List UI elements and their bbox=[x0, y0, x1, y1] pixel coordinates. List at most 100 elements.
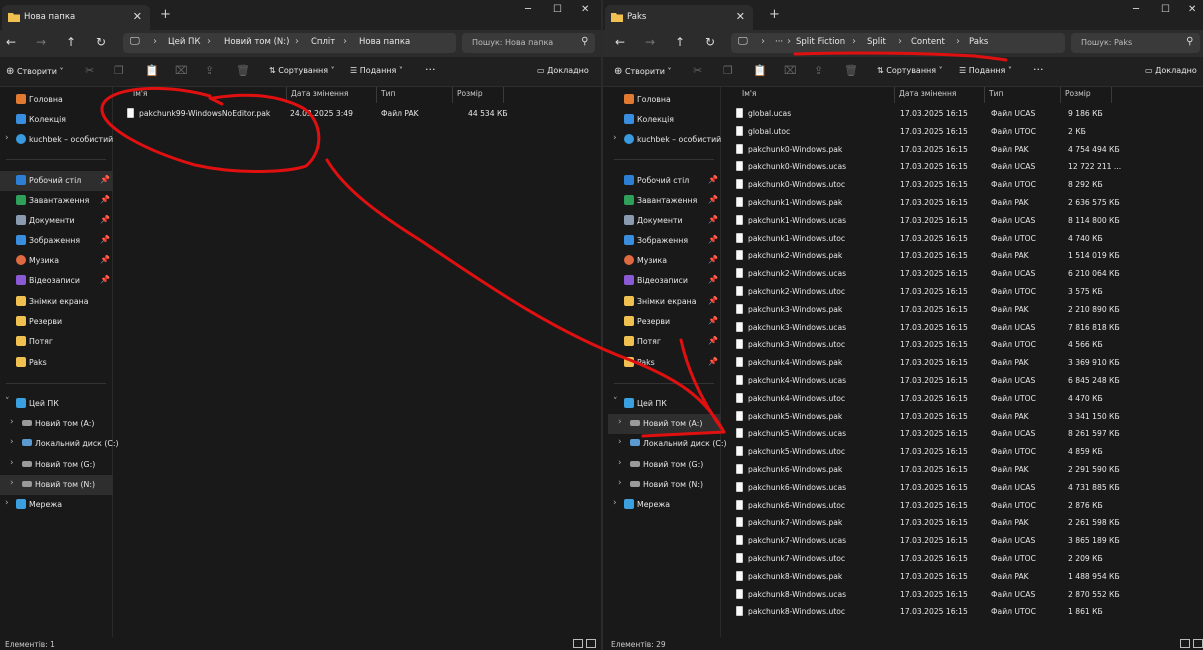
table-row[interactable]: pakchunk1-Windows.utoc 17.03.2025 16:15 Фа… bbox=[730, 230, 1199, 248]
pin-icon[interactable]: 📌 bbox=[708, 215, 718, 224]
table-row[interactable]: pakchunk4-Windows.ucas 17.03.2025 16:15 Фа… bbox=[730, 372, 1199, 390]
sidebar-item-drive-a[interactable]: › Новий том (A:) bbox=[0, 414, 113, 434]
column-header-type[interactable]: Тип bbox=[381, 89, 395, 98]
table-row[interactable]: pakchunk5-Windows.utoc 17.03.2025 16:15 Фа… bbox=[730, 443, 1199, 461]
pin-icon[interactable]: 📌 bbox=[708, 255, 718, 264]
refresh-icon[interactable]: ↻ bbox=[705, 35, 715, 49]
up-icon[interactable]: ↑ bbox=[66, 35, 76, 49]
share-icon[interactable]: ⇪ bbox=[205, 64, 214, 77]
sidebar-item-home[interactable]: Головна bbox=[0, 90, 113, 110]
table-row[interactable]: pakchunk3-Windows.utoc 17.03.2025 16:15 Фа… bbox=[730, 336, 1199, 354]
sidebar-item-desktop[interactable]: Робочий стіл 📌 bbox=[0, 171, 113, 191]
close-window-icon[interactable]: ✕ bbox=[581, 4, 589, 15]
sidebar-item-drive-g[interactable]: › Новий том (G:) bbox=[0, 455, 113, 475]
search-input[interactable]: Пошук: Paks ⚲ bbox=[1071, 33, 1200, 53]
address-bar[interactable]: 🖵 › ··· › Split Fiction › Split › Conten… bbox=[731, 33, 1065, 53]
pin-icon[interactable]: 📌 bbox=[100, 175, 110, 184]
breadcrumb-this-pc[interactable]: Цей ПК bbox=[168, 37, 200, 47]
breadcrumb-content[interactable]: Content bbox=[911, 37, 945, 47]
table-row[interactable]: pakchunk8-Windows.pak 17.03.2025 16:15 Фай… bbox=[730, 568, 1199, 586]
address-bar[interactable]: 🖵 › Цей ПК › Новий том (N:) › Спліт › Но… bbox=[123, 33, 456, 53]
forward-icon[interactable]: → bbox=[645, 35, 655, 49]
sidebar-item-documents[interactable]: Документи 📌 bbox=[608, 211, 721, 231]
column-divider[interactable] bbox=[452, 87, 453, 103]
table-row[interactable]: pakchunk5-Windows.ucas 17.03.2025 16:15 Фа… bbox=[730, 425, 1199, 443]
table-row[interactable]: pakchunk2-Windows.pak 17.03.2025 16:15 Фай… bbox=[730, 247, 1199, 265]
rename-icon[interactable]: ⌧ bbox=[175, 64, 188, 77]
pin-icon[interactable]: 📌 bbox=[708, 275, 718, 284]
column-divider[interactable] bbox=[376, 87, 377, 103]
tiles-view-icon[interactable] bbox=[1193, 639, 1203, 648]
sidebar-item-pictures[interactable]: Зображення 📌 bbox=[0, 231, 113, 251]
sidebar-item-desktop[interactable]: Робочий стіл 📌 bbox=[608, 171, 721, 191]
pin-icon[interactable]: 📌 bbox=[100, 235, 110, 244]
table-row[interactable]: pakchunk4-Windows.pak 17.03.2025 16:15 Фай… bbox=[730, 354, 1199, 372]
sidebar-item-downloads[interactable]: Завантаження 📌 bbox=[0, 191, 113, 211]
new-tab-icon[interactable]: + bbox=[769, 7, 780, 22]
sidebar-item-network[interactable]: › Мережа bbox=[0, 495, 113, 515]
table-row[interactable]: pakchunk8-Windows.utoc 17.03.2025 16:15 Фа… bbox=[730, 603, 1199, 621]
table-row[interactable]: pakchunk0-Windows.pak 17.03.2025 16:15 Фай… bbox=[730, 141, 1199, 159]
table-row[interactable]: pakchunk8-Windows.ucas 17.03.2025 16:15 Фа… bbox=[730, 586, 1199, 604]
column-divider[interactable] bbox=[286, 87, 287, 103]
view-button[interactable]: ☰ Подання ˅ bbox=[959, 66, 1012, 75]
sort-button[interactable]: ⇅ Сортування ˅ bbox=[877, 66, 943, 75]
paste-icon[interactable]: 📋 bbox=[145, 64, 159, 77]
sidebar-item-documents[interactable]: Документи 📌 bbox=[0, 211, 113, 231]
column-divider[interactable] bbox=[1060, 87, 1061, 103]
share-icon[interactable]: ⇪ bbox=[814, 64, 823, 77]
sidebar-item-paks[interactable]: Paks 📌 bbox=[608, 353, 721, 373]
sidebar-item-onedrive[interactable]: › kuchbek – особистий bbox=[0, 130, 113, 150]
more-icon[interactable]: ··· bbox=[1033, 63, 1044, 76]
breadcrumb-paks[interactable]: Paks bbox=[969, 37, 988, 47]
sidebar-item-onedrive[interactable]: › kuchbek – особистий bbox=[608, 130, 721, 150]
table-row[interactable]: pakchunk3-Windows.pak 17.03.2025 16:15 Фай… bbox=[730, 301, 1199, 319]
pin-icon[interactable]: 📌 bbox=[100, 215, 110, 224]
pin-icon[interactable]: 📌 bbox=[708, 357, 718, 366]
sidebar-item-drive-g[interactable]: › Новий том (G:) bbox=[608, 455, 721, 475]
copy-icon[interactable]: ❐ bbox=[723, 64, 733, 77]
column-header-date[interactable]: Дата змінення bbox=[899, 89, 956, 98]
sidebar-item-backups[interactable]: Резерви bbox=[0, 312, 113, 332]
tiles-view-icon[interactable] bbox=[586, 639, 596, 648]
delete-icon[interactable]: 🗑 bbox=[844, 64, 858, 77]
up-icon[interactable]: ↑ bbox=[675, 35, 685, 49]
pin-icon[interactable]: 📌 bbox=[100, 195, 110, 204]
more-icon[interactable]: ··· bbox=[425, 63, 436, 76]
table-row[interactable]: pakchunk7-Windows.utoc 17.03.2025 16:15 Фа… bbox=[730, 550, 1199, 568]
sidebar-item-gallery[interactable]: Колекція bbox=[608, 110, 721, 130]
sidebar-item-music[interactable]: Музика 📌 bbox=[0, 251, 113, 271]
search-input[interactable]: Пошук: Нова папка ⚲ bbox=[462, 33, 595, 53]
table-row[interactable]: pakchunk1-Windows.ucas 17.03.2025 16:15 Фа… bbox=[730, 212, 1199, 230]
sidebar-item-paks[interactable]: Paks bbox=[0, 353, 113, 373]
maximize-icon[interactable]: ☐ bbox=[553, 4, 562, 15]
pin-icon[interactable]: 📌 bbox=[708, 296, 718, 305]
pin-icon[interactable]: 📌 bbox=[100, 275, 110, 284]
column-header-name[interactable]: Ім'я bbox=[133, 89, 147, 98]
paste-icon[interactable]: 📋 bbox=[753, 64, 767, 77]
table-row[interactable]: pakchunk7-Windows.pak 17.03.2025 16:15 Фай… bbox=[730, 514, 1199, 532]
create-button[interactable]: ⊕ Створити ˅ bbox=[6, 66, 63, 77]
table-row[interactable]: pakchunk0-Windows.ucas 17.03.2025 16:15 Фа… bbox=[730, 158, 1199, 176]
pin-icon[interactable]: 📌 bbox=[708, 175, 718, 184]
pin-icon[interactable]: 📌 bbox=[708, 235, 718, 244]
column-header-size[interactable]: Розмір bbox=[457, 89, 483, 98]
sidebar-item-network[interactable]: › Мережа bbox=[608, 495, 721, 515]
sidebar-item-this-pc[interactable]: ˅ Цей ПК bbox=[0, 394, 113, 414]
sidebar-item-music[interactable]: Музика 📌 bbox=[608, 251, 721, 271]
sidebar-item-drive-c[interactable]: › Локальний диск (C:) bbox=[0, 434, 119, 454]
sidebar-item-gallery[interactable]: Колекція bbox=[0, 110, 113, 130]
sidebar-item-screenshots[interactable]: Знімки екрана 📌 bbox=[608, 292, 721, 312]
sidebar-item-videos[interactable]: Відеозаписи 📌 bbox=[0, 271, 113, 291]
column-divider[interactable] bbox=[503, 87, 504, 103]
rename-icon[interactable]: ⌧ bbox=[784, 64, 797, 77]
table-row[interactable]: global.ucas 17.03.2025 16:15 Файл UCAS 9 18… bbox=[730, 105, 1199, 123]
sidebar-item-screenshots[interactable]: Знімки екрана bbox=[0, 292, 113, 312]
back-icon[interactable]: ← bbox=[6, 35, 16, 49]
new-tab-icon[interactable]: + bbox=[160, 7, 171, 22]
details-pane-button[interactable]: ▭ Докладно bbox=[1145, 66, 1197, 75]
details-pane-button[interactable]: ▭ Докладно bbox=[537, 66, 589, 75]
table-row[interactable]: pakchunk6-Windows.utoc 17.03.2025 16:15 Фа… bbox=[730, 497, 1199, 515]
column-divider[interactable] bbox=[894, 87, 895, 103]
cut-icon[interactable]: ✂ bbox=[85, 64, 94, 77]
